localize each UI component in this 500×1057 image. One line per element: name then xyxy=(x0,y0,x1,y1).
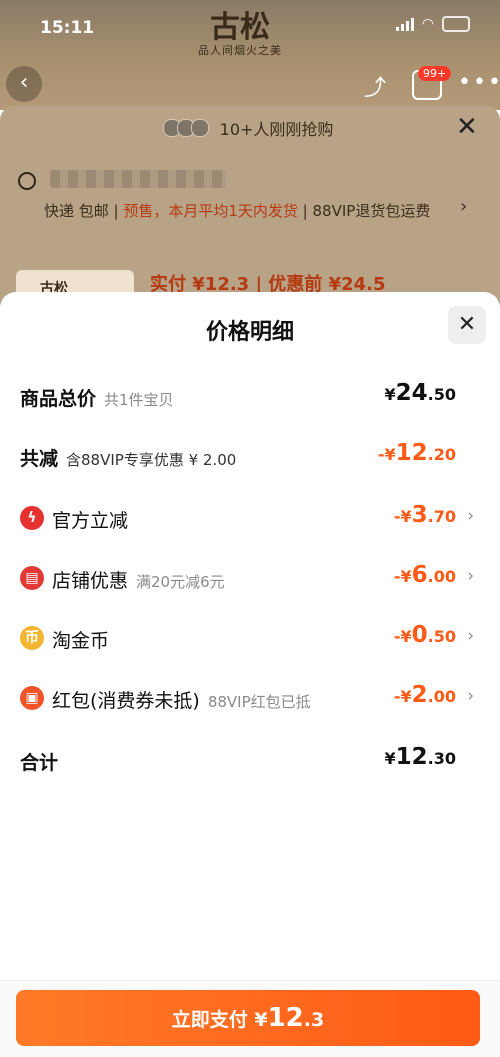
buyer-avatars xyxy=(162,119,209,137)
share-icon[interactable]: ⤴ xyxy=(364,70,386,102)
pay-button-amount-dec: .3 xyxy=(303,1009,325,1031)
chevron-right-icon: › xyxy=(467,566,474,586)
gold-coin-icon: 币 xyxy=(20,626,44,650)
row-label: 淘金币 xyxy=(52,630,110,652)
row-amount: -¥3.70 xyxy=(393,502,456,528)
row-shop-discount[interactable]: ▤ 店铺优惠 满20元减6元 -¥6.00 › xyxy=(0,558,500,598)
pay-button-prefix: 立即支付 ¥ xyxy=(171,1009,268,1031)
row-label: 合计 xyxy=(20,752,59,774)
shop-icon: ▤ xyxy=(20,566,44,590)
row-label: 共减 含88VIP专享优惠 ¥ 2.00 xyxy=(20,448,237,470)
pay-button-amount-int: 12 xyxy=(267,1003,304,1033)
row-red-packet[interactable]: ▣ 红包(消费券未抵) 88VIP红包已抵 -¥2.00 › xyxy=(0,678,500,718)
order-sheet-close-icon[interactable]: ✕ xyxy=(456,112,478,142)
shipping-suffix: | 88VIP退货包运费 xyxy=(297,202,431,220)
row-goods-total: 商品总价 共1件宝贝 ¥24.50 xyxy=(0,376,500,416)
row-amount: ¥24.50 xyxy=(384,380,457,406)
status-time: 15:11 xyxy=(40,18,95,38)
chevron-right-icon: › xyxy=(467,686,474,706)
signal-icon xyxy=(395,17,414,31)
address-redacted[interactable] xyxy=(50,170,226,188)
row-label: 商品总价 共1件宝贝 xyxy=(20,388,174,410)
chevron-right-icon: › xyxy=(467,506,474,526)
chevron-right-icon: › xyxy=(467,626,474,646)
row-label: 店铺优惠 满20元减6元 xyxy=(52,570,225,592)
row-official-discount[interactable]: ϟ 官方立减 -¥3.70 › xyxy=(0,498,500,538)
row-sub: 88VIP红包已抵 xyxy=(207,693,311,711)
pay-now-button[interactable]: 立即支付 ¥12.3 xyxy=(16,990,480,1046)
shipping-info[interactable]: 快递 包邮 | 预售，本月平均1天内发货 | 88VIP退货包运费 xyxy=(44,198,464,224)
wifi-icon: ◠ xyxy=(421,16,434,32)
shipping-presale: 预售，本月平均1天内发货 xyxy=(123,202,298,220)
modal-title: 价格明细 xyxy=(205,320,294,345)
brand-tagline: 品人间烟火之美 xyxy=(198,44,282,57)
row-grand-total: 合计 ¥12.30 xyxy=(0,740,500,780)
status-icons: ◠ xyxy=(395,16,470,32)
battery-icon xyxy=(442,16,470,32)
price-detail-modal: 价格明细 ✕ 商品总价 共1件宝贝 ¥24.50 共减 含88VIP专享优惠 ¥ 2… xyxy=(0,292,500,1056)
row-sub: 共1件宝贝 xyxy=(104,391,174,409)
row-label: 红包(消费券未抵) 88VIP红包已抵 xyxy=(52,690,311,712)
back-button[interactable]: ‹ xyxy=(6,66,42,102)
lightning-icon: ϟ xyxy=(20,506,44,530)
cart-badge: 99+ xyxy=(418,66,452,81)
brand-logo: 古松 xyxy=(210,10,270,45)
shipping-prefix: 快递 包邮 | xyxy=(44,202,124,220)
row-amount: -¥0.50 xyxy=(393,622,456,648)
social-proof-banner: 10+人刚刚抢购 xyxy=(0,116,500,142)
row-amount: -¥2.00 xyxy=(393,682,456,708)
row-sub: 满20元减6元 xyxy=(136,573,225,591)
more-icon[interactable]: ••• xyxy=(458,70,500,95)
row-amount: -¥6.00 xyxy=(393,562,456,588)
row-sub: 含88VIP专享优惠 ¥ 2.00 xyxy=(66,451,237,469)
red-packet-icon: ▣ xyxy=(20,686,44,710)
shipping-chevron-icon: › xyxy=(460,196,468,217)
row-total-discount: 共减 含88VIP专享优惠 ¥ 2.00 -¥12.20 xyxy=(0,436,500,476)
social-proof-text: 10+人刚刚抢购 xyxy=(219,120,334,139)
row-amount: -¥12.20 xyxy=(377,440,456,466)
row-amount: ¥12.30 xyxy=(384,744,457,770)
close-button[interactable]: ✕ xyxy=(448,306,486,344)
row-label: 官方立减 xyxy=(52,510,129,532)
row-taobao-coins[interactable]: 币 淘金币 -¥0.50 › xyxy=(0,618,500,658)
location-icon xyxy=(18,172,36,190)
